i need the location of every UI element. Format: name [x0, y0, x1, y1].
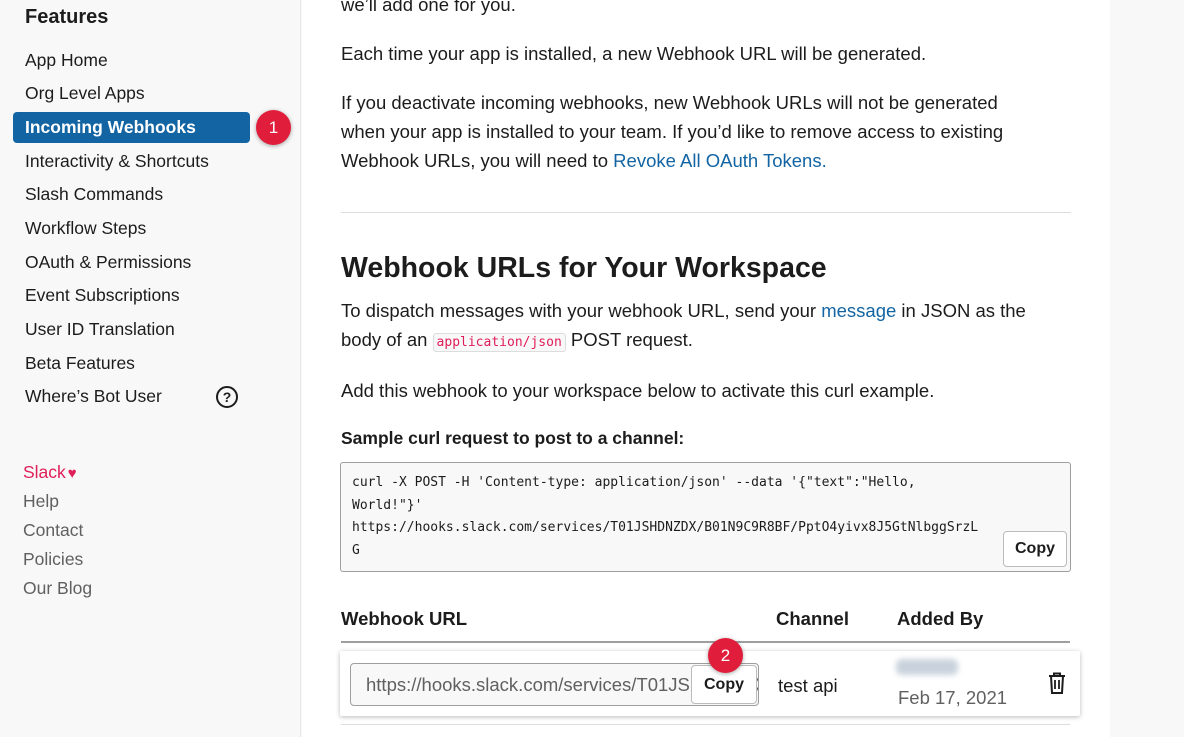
curl-line: https://hooks.slack.com/services/T01JSHD…: [352, 520, 979, 535]
footer-blog-link[interactable]: Our Blog: [23, 578, 92, 599]
section-divider: [341, 212, 1071, 213]
trash-icon[interactable]: [1046, 671, 1068, 695]
curl-line: World!"}': [352, 497, 423, 513]
main-content: we’ll add one for you. Each time your ap…: [302, 0, 1110, 737]
sidebar-heading: Features: [25, 6, 109, 28]
sidebar-item-interactivity-shortcuts[interactable]: Interactivity & Shortcuts: [13, 146, 250, 177]
added-date-cell: Feb 17, 2021: [898, 687, 1008, 708]
channel-cell: test api: [778, 675, 838, 696]
copy-curl-button[interactable]: Copy: [1003, 531, 1067, 567]
step-badge-2: 2: [708, 638, 743, 673]
sidebar-item-user-id-translation[interactable]: User ID Translation: [13, 314, 250, 345]
sidebar-item-event-subscriptions[interactable]: Event Subscriptions: [13, 280, 250, 311]
sidebar-item-slash-commands[interactable]: Slash Commands: [13, 179, 250, 210]
help-icon[interactable]: ?: [216, 386, 238, 408]
table-bottom-divider: [341, 724, 1070, 725]
added-by-user-blurred: [896, 659, 958, 675]
dispatch-text-pre: To dispatch messages with your webhook U…: [341, 300, 822, 321]
content-type-code: application/json: [432, 333, 566, 352]
footer-policies-link[interactable]: Policies: [23, 549, 83, 570]
dispatch-text-post: POST request.: [565, 329, 693, 350]
sidebar-item-app-home[interactable]: App Home: [13, 45, 250, 76]
col-header-webhook-url: Webhook URL: [341, 608, 468, 629]
sidebar: Features App Home Org Level Apps Incomin…: [0, 0, 301, 737]
dispatch-paragraph: To dispatch messages with your webhook U…: [341, 296, 1051, 357]
sample-curl-heading: Sample curl request to post to a channel…: [341, 428, 685, 448]
add-webhook-text: Add this webhook to your workspace below…: [341, 380, 935, 401]
footer-slack-label: Slack: [23, 462, 66, 482]
right-gutter: [1110, 0, 1184, 737]
sidebar-item-workflow-steps[interactable]: Workflow Steps: [13, 213, 250, 244]
section-title: Webhook URLs for Your Workspace: [341, 252, 827, 284]
sidebar-item-incoming-webhooks[interactable]: Incoming Webhooks: [13, 112, 250, 143]
table-header-divider: [341, 641, 1070, 643]
sidebar-item-wheres-bot-user[interactable]: Where’s Bot User: [13, 381, 203, 412]
sidebar-item-org-level-apps[interactable]: Org Level Apps: [13, 78, 250, 109]
sidebar-item-beta-features[interactable]: Beta Features: [13, 348, 250, 379]
heart-icon: ♥: [67, 465, 77, 482]
footer-slack-link[interactable]: Slack ♥: [23, 462, 77, 483]
revoke-tokens-link[interactable]: Revoke All OAuth Tokens.: [613, 150, 827, 171]
col-header-channel: Channel: [776, 608, 849, 629]
curl-line: G: [352, 542, 360, 558]
footer-help-link[interactable]: Help: [23, 491, 59, 512]
deactivate-paragraph: If you deactivate incoming webhooks, new…: [341, 88, 1041, 175]
curl-line: curl -X POST -H 'Content-type: applicati…: [352, 475, 916, 490]
curl-code-block: curl -X POST -H 'Content-type: applicati…: [340, 462, 1071, 572]
sidebar-item-oauth-permissions[interactable]: OAuth & Permissions: [13, 247, 250, 278]
webhook-generated-text: Each time your app is installed, a new W…: [341, 43, 927, 64]
footer-contact-link[interactable]: Contact: [23, 520, 83, 541]
col-header-added-by: Added By: [897, 608, 984, 629]
intro-tail-text: we’ll add one for you.: [341, 0, 516, 15]
step-badge-1: 1: [256, 110, 291, 145]
message-link[interactable]: message: [821, 300, 896, 321]
